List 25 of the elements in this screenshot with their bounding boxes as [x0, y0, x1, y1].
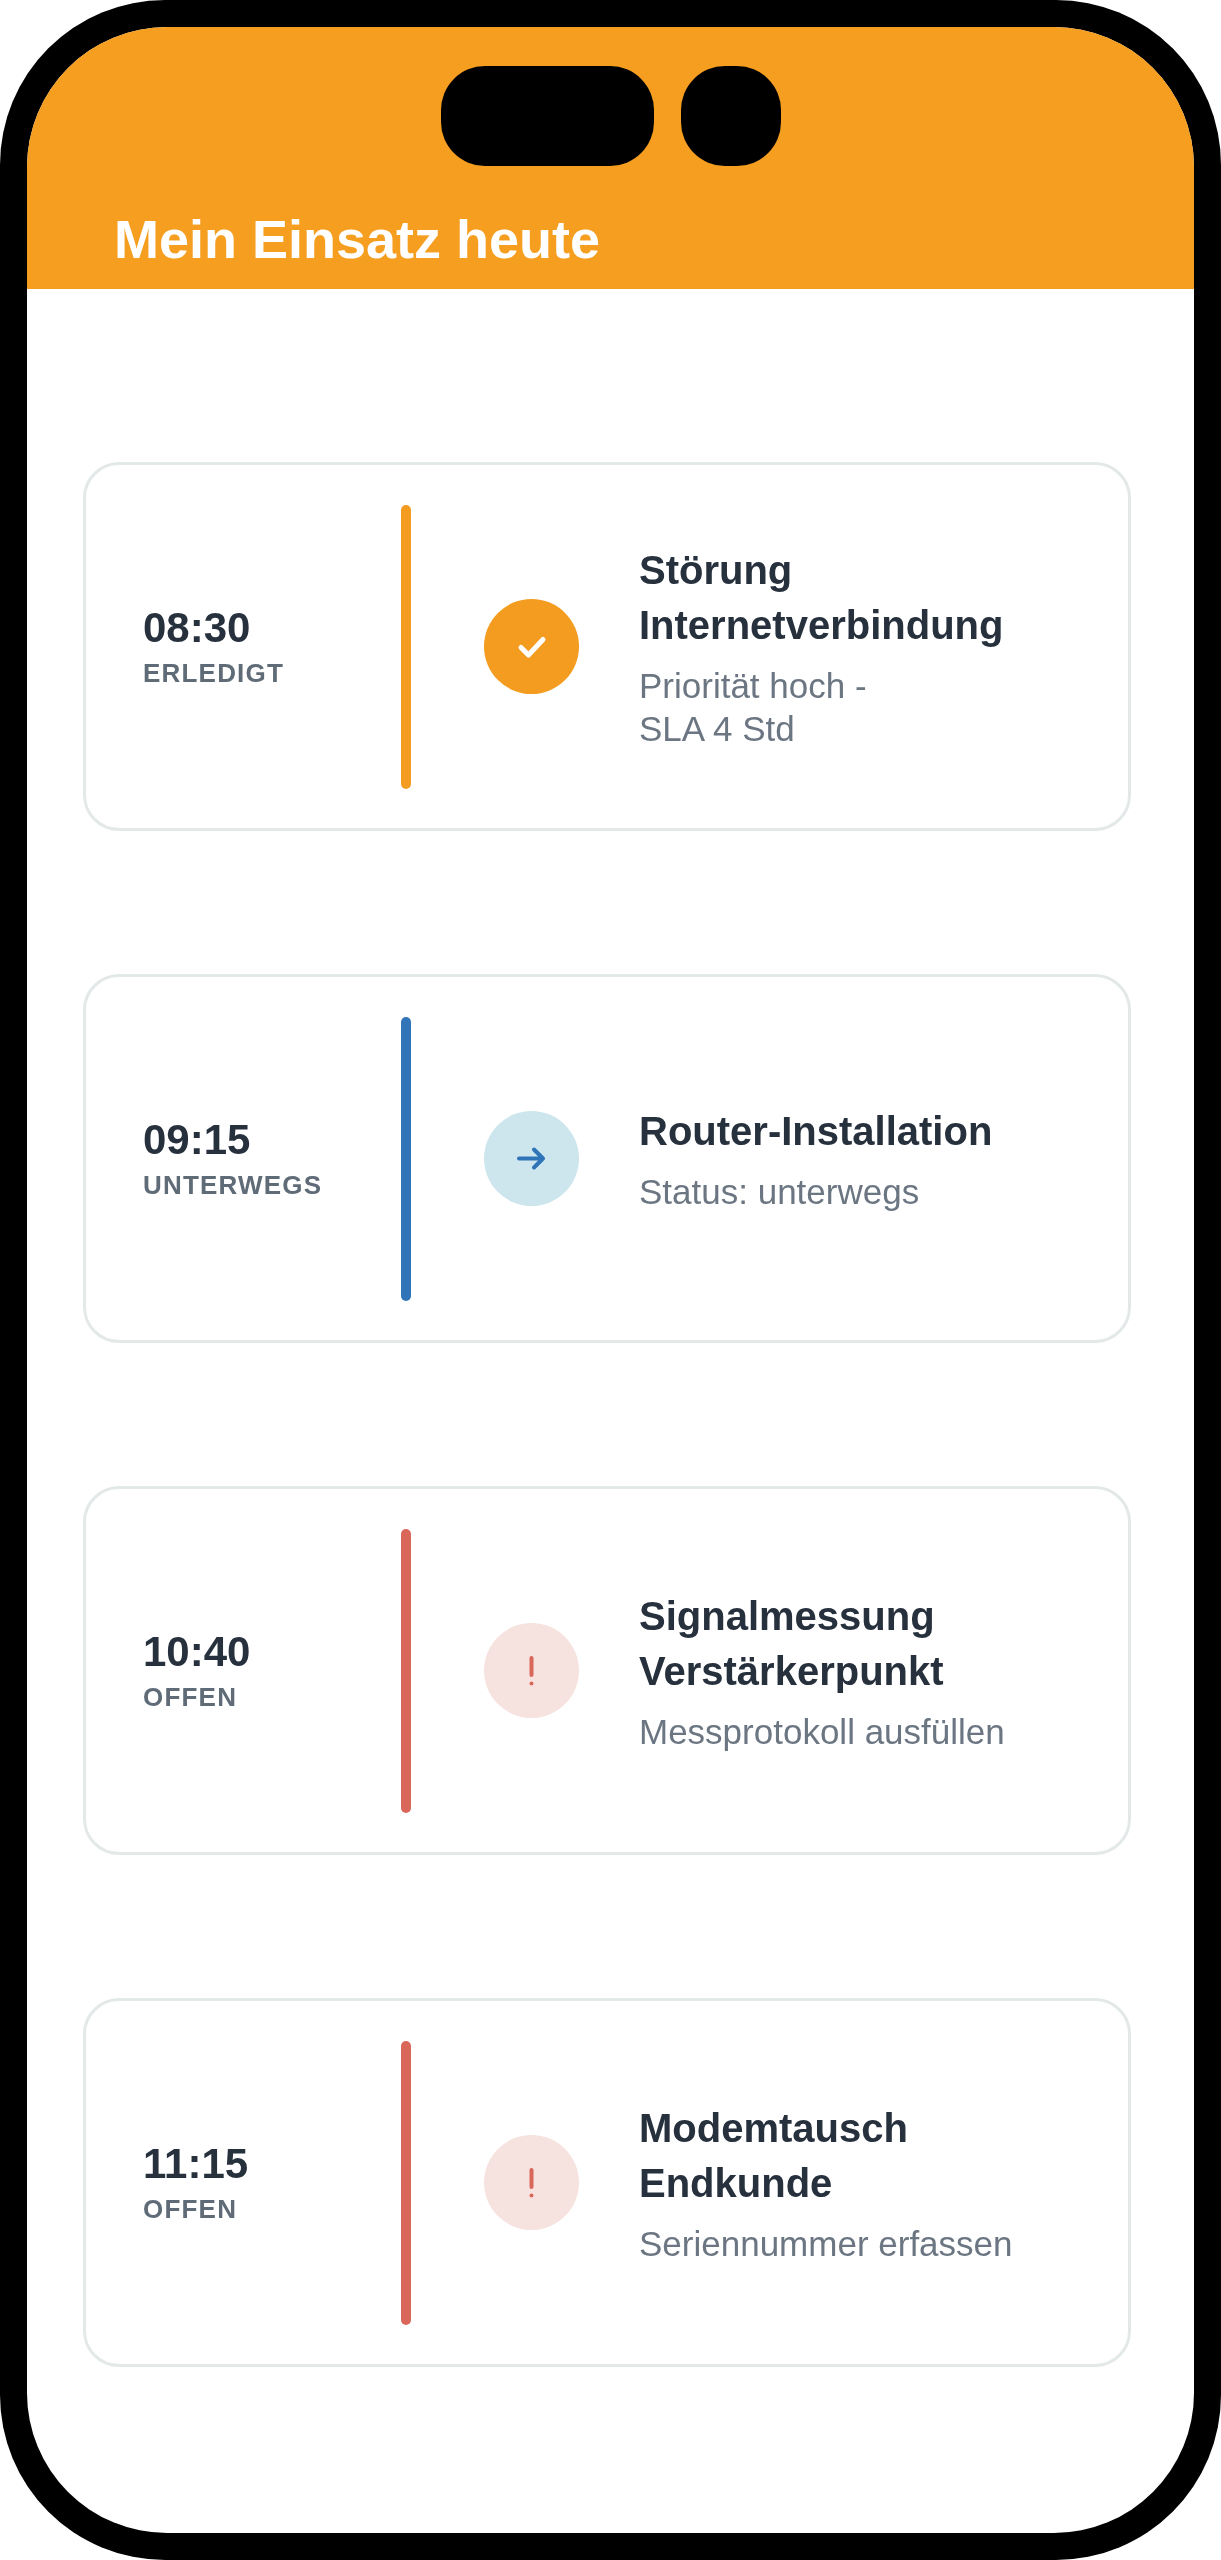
- job-time: 10:40: [143, 1628, 251, 1676]
- job-card[interactable]: 09:15 UNTERWEGS Router-Installation Status: unterwegs: [83, 974, 1131, 1343]
- job-time: 09:15: [143, 1116, 251, 1164]
- arrow-right-icon: [484, 1111, 579, 1206]
- job-card[interactable]: 11:15 OFFEN Modemtausch Endkunde Seriennummer erfassen: [83, 1998, 1131, 2367]
- job-status: OFFEN: [143, 1681, 238, 1713]
- exclamation-icon: [484, 1623, 579, 1718]
- job-status: OFFEN: [143, 2193, 238, 2225]
- job-status: ERLEDIGT: [143, 657, 285, 689]
- job-title: Router-Installation: [639, 1108, 993, 1155]
- header-title: Mein Einsatz heute: [114, 209, 601, 269]
- job-title: Signalmessung Verstärkerpunkt: [639, 1592, 945, 1695]
- job-detail: Seriennummer erfassen: [639, 2222, 1013, 2265]
- exclamation-icon: [484, 2135, 579, 2230]
- job-time: 11:15: [143, 2140, 249, 2188]
- job-detail: Priorität hoch - SLA 4 Std: [639, 665, 867, 750]
- job-time: 08:30: [143, 604, 251, 652]
- job-card[interactable]: 10:40 OFFEN Signalmessung Verstärkerpunkt Messprotokoll ausfüllen: [83, 1486, 1131, 1855]
- job-status: UNTERWEGS: [143, 1169, 323, 1201]
- job-title: Störung Internetverbindung: [639, 547, 1005, 649]
- job-detail: Messprotokoll ausfüllen: [639, 1710, 1005, 1753]
- job-detail: Status: unterwegs: [639, 1171, 920, 1213]
- job-card[interactable]: 08:30 ERLEDIGT Störung Internetverbindung Priorität hoch - SLA 4 Std: [83, 462, 1131, 831]
- job-title: Modemtausch Endkunde: [639, 2104, 909, 2207]
- check-icon: [484, 599, 579, 694]
